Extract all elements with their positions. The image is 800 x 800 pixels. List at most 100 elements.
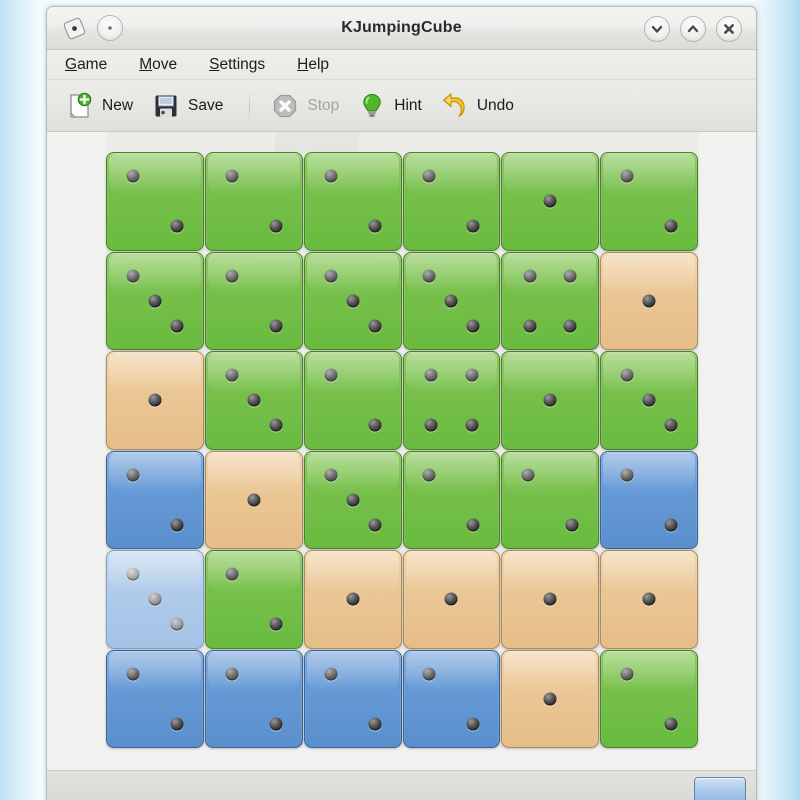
- board-cell-r3c5[interactable]: [501, 351, 600, 450]
- board-cell-r3c4[interactable]: [402, 351, 501, 450]
- cell-pip: [466, 219, 480, 233]
- toolbar-separator: [249, 90, 251, 121]
- hint-button[interactable]: Hint: [353, 87, 432, 125]
- stop-button[interactable]: Stop: [266, 87, 349, 125]
- board-cell-r6c4[interactable]: [402, 649, 501, 748]
- cell-pip: [126, 269, 140, 283]
- game-board-pane: [47, 132, 756, 770]
- board-cell-r4c5[interactable]: [501, 450, 600, 549]
- chevron-up-icon[interactable]: [680, 16, 706, 42]
- menu-help-rest: elp: [308, 55, 330, 73]
- menu-settings-rest: ettings: [219, 55, 266, 73]
- chevron-down-icon[interactable]: [644, 16, 670, 42]
- save-button[interactable]: Save: [147, 87, 233, 125]
- board-cell-r3c2[interactable]: [204, 351, 303, 450]
- board-cell-r4c6[interactable]: [600, 450, 698, 549]
- board-cell-r6c5[interactable]: [501, 649, 600, 748]
- board-cell-r2c1[interactable]: [106, 251, 204, 350]
- cell-pip: [324, 169, 338, 183]
- board-cell-r4c2[interactable]: [204, 450, 303, 549]
- cell-pip: [465, 368, 479, 382]
- cell-pip: [543, 393, 557, 407]
- cell-pip: [324, 468, 338, 482]
- cell-pip: [422, 468, 436, 482]
- corner-button[interactable]: [694, 777, 746, 800]
- cell-pip: [422, 667, 436, 681]
- cell-pip: [565, 518, 579, 532]
- background-artifact: [47, 132, 106, 770]
- board-cell-r2c6[interactable]: [600, 251, 698, 350]
- cell-pip: [620, 667, 634, 681]
- board-cell-r1c4[interactable]: [402, 152, 501, 251]
- board-cell-r2c3[interactable]: [303, 251, 402, 350]
- board-cell-r4c4[interactable]: [402, 450, 501, 549]
- board-cell-r5c4[interactable]: [402, 550, 501, 649]
- game-board[interactable]: [106, 152, 698, 748]
- menu-game[interactable]: Game: [61, 54, 111, 76]
- save-button-label: Save: [188, 96, 224, 114]
- cell-pip: [642, 393, 656, 407]
- board-cell-r5c2[interactable]: [204, 550, 303, 649]
- stop-octagon-icon: [270, 91, 300, 121]
- cell-pip: [148, 592, 162, 606]
- cell-pip: [324, 368, 338, 382]
- cell-pip: [170, 617, 184, 631]
- board-cell-r1c6[interactable]: [600, 152, 698, 251]
- cell-pip: [664, 717, 678, 731]
- board-cell-r2c5[interactable]: [501, 251, 600, 350]
- cell-pip: [225, 269, 239, 283]
- cell-pip: [269, 319, 283, 333]
- cell-pip: [225, 169, 239, 183]
- board-cell-r1c2[interactable]: [204, 152, 303, 251]
- cell-pip: [620, 169, 634, 183]
- statusbar: [47, 770, 756, 800]
- cell-pip: [664, 518, 678, 532]
- cell-pip: [422, 169, 436, 183]
- board-cell-r6c3[interactable]: [303, 649, 402, 748]
- board-cell-r1c5[interactable]: [501, 152, 600, 251]
- board-cell-r3c1[interactable]: [106, 351, 204, 450]
- cell-pip: [269, 617, 283, 631]
- cell-pip: [225, 667, 239, 681]
- board-cell-r6c6[interactable]: [600, 649, 698, 748]
- cell-pip: [126, 567, 140, 581]
- cell-pip: [368, 717, 382, 731]
- board-cell-r2c2[interactable]: [204, 251, 303, 350]
- board-cell-r3c3[interactable]: [303, 351, 402, 450]
- board-cell-r5c1[interactable]: [106, 550, 204, 649]
- board-cell-r1c3[interactable]: [303, 152, 402, 251]
- board-cell-r3c6[interactable]: [600, 351, 698, 450]
- undo-arrow-icon: [440, 91, 470, 121]
- background-artifact: [47, 748, 756, 770]
- board-cell-r6c2[interactable]: [204, 649, 303, 748]
- cell-pip: [126, 468, 140, 482]
- application-window: KJumpingCube Game Move Settings Help New…: [46, 6, 757, 800]
- board-cell-r5c5[interactable]: [501, 550, 600, 649]
- menu-settings-accel: S: [209, 55, 220, 73]
- cell-pip: [225, 567, 239, 581]
- board-cell-r2c4[interactable]: [402, 251, 501, 350]
- cell-pip: [324, 269, 338, 283]
- new-button[interactable]: New: [61, 87, 143, 125]
- board-cell-r1c1[interactable]: [106, 152, 204, 251]
- cell-pip: [247, 493, 261, 507]
- cell-pip: [466, 717, 480, 731]
- menu-help[interactable]: Help: [293, 54, 333, 76]
- board-cell-r4c3[interactable]: [303, 450, 402, 549]
- cell-pip: [543, 592, 557, 606]
- close-icon[interactable]: [716, 16, 742, 42]
- board-cell-r5c3[interactable]: [303, 550, 402, 649]
- cell-pip: [543, 692, 557, 706]
- undo-button[interactable]: Undo: [436, 87, 524, 125]
- menu-settings[interactable]: Settings: [205, 54, 269, 76]
- cell-pip: [346, 493, 360, 507]
- cell-pip: [465, 418, 479, 432]
- board-cell-r5c6[interactable]: [600, 550, 698, 649]
- cell-pip: [269, 219, 283, 233]
- board-cell-r6c1[interactable]: [106, 649, 204, 748]
- board-cell-r4c1[interactable]: [106, 450, 204, 549]
- cell-pip: [368, 319, 382, 333]
- menu-move[interactable]: Move: [135, 54, 181, 76]
- cell-pip: [346, 592, 360, 606]
- menu-game-accel: G: [65, 55, 78, 73]
